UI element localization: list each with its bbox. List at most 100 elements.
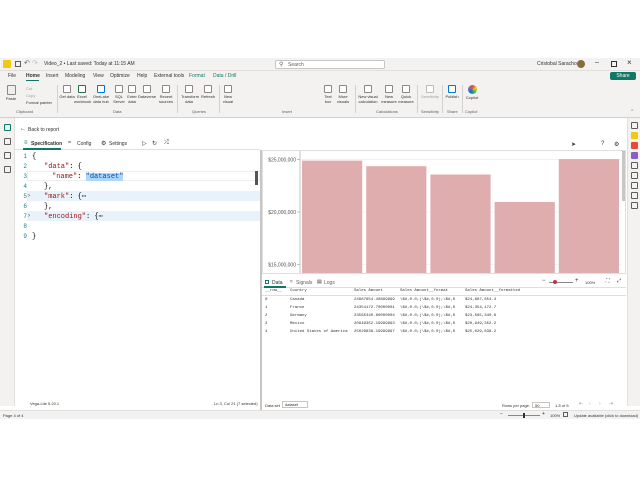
bar[interactable] (430, 174, 491, 273)
tab-help[interactable]: Help (137, 73, 147, 79)
tab-optimize[interactable]: Optimize (110, 73, 130, 79)
tab-home[interactable]: Home (26, 73, 40, 79)
zoom-out-icon[interactable]: − (542, 278, 546, 284)
bookmarks-pane-icon[interactable] (631, 162, 638, 169)
group-label-share: Share (447, 109, 458, 114)
fit-page-icon[interactable] (563, 412, 568, 417)
fullscreen-icon[interactable]: ⤢ (617, 278, 621, 284)
data-pane-icon[interactable] (631, 142, 638, 149)
format-pane-icon[interactable] (631, 152, 638, 159)
user-name[interactable]: Cristobal Saracho (537, 61, 577, 67)
column-header[interactable]: Sales Amount (354, 289, 383, 293)
selection-pane-icon[interactable] (631, 172, 638, 179)
copy-button[interactable]: Copy (26, 93, 35, 98)
new-visual-button[interactable]: New visual (217, 84, 239, 104)
next-page-icon[interactable]: › (599, 401, 601, 407)
recent-sources-button[interactable]: Recent sources (155, 84, 177, 104)
dataverse-label: Dataverse (137, 94, 157, 99)
search-box[interactable]: ⚲ Search (275, 60, 385, 69)
report-view-icon[interactable] (4, 124, 11, 131)
zoom-in-icon[interactable]: + (575, 278, 579, 284)
fold-chevron-icon[interactable]: › (28, 213, 30, 219)
table-cell: 23565340.60000004 (354, 314, 395, 318)
back-arrow-icon[interactable]: ← (20, 126, 26, 132)
sync-slicers-pane-icon[interactable] (631, 192, 638, 199)
zoom-slider-thumb[interactable] (553, 280, 557, 284)
prev-page-icon[interactable]: ‹ (589, 401, 591, 407)
avatar[interactable] (577, 60, 585, 68)
format-code-icon[interactable]: ↻ (152, 140, 157, 147)
tab-view[interactable]: View (93, 73, 104, 79)
tab-insert[interactable]: Insert (46, 73, 59, 79)
column-header[interactable]: Country (290, 289, 307, 293)
column-header[interactable]: Sales Amount__format (400, 289, 448, 293)
cursor-icon[interactable]: ➤ (571, 141, 576, 148)
tab-format[interactable]: Format (189, 73, 205, 79)
bar[interactable] (302, 160, 363, 273)
back-to-report-link[interactable]: Back to report (28, 127, 59, 133)
undo-icon[interactable]: ↶ (24, 59, 30, 67)
copilot-button[interactable]: Copilot (461, 84, 483, 100)
quick-measure-button[interactable]: Quick measure (395, 84, 417, 104)
dax-query-view-icon[interactable] (4, 166, 11, 173)
tab-modeling[interactable]: Modeling (65, 73, 85, 79)
tab-signals[interactable]: Signals (296, 280, 312, 286)
line-number: 6 (23, 203, 27, 210)
tab-specification[interactable]: Specification (31, 141, 62, 147)
page-zoom-slider[interactable] (508, 413, 540, 418)
zoom-out-status-icon[interactable]: − (500, 411, 503, 417)
model-view-icon[interactable] (4, 152, 11, 159)
last-page-icon[interactable]: ⇥ (609, 401, 613, 407)
tab-settings[interactable]: Settings (109, 141, 127, 147)
fold-chevron-icon[interactable]: › (28, 193, 30, 199)
tab-data-drill[interactable]: Data / Drill (213, 73, 236, 79)
minimize-icon[interactable]: – (595, 59, 599, 66)
bar[interactable] (558, 159, 619, 273)
tab-config[interactable]: Config (77, 141, 91, 147)
column-header[interactable]: Sales Amount__formatted (465, 289, 520, 293)
publish-button[interactable]: Publish (441, 84, 463, 99)
rows-per-page-select[interactable]: 50 (532, 402, 550, 408)
maximize-icon[interactable] (611, 61, 617, 67)
refresh-button[interactable]: Refresh (197, 84, 219, 99)
dataset-select[interactable]: dataset (282, 401, 308, 408)
bar[interactable] (494, 202, 555, 273)
zoom-slider[interactable] (549, 280, 573, 284)
expand-icon[interactable]: ⤮ (164, 140, 169, 147)
first-page-icon[interactable]: ⇤ (579, 401, 583, 407)
close-icon[interactable]: × (627, 58, 632, 67)
bar[interactable] (366, 166, 427, 273)
table-cell: 2 (265, 314, 268, 318)
code-line: { (32, 153, 37, 161)
fit-icon[interactable]: ⛶ (606, 278, 610, 284)
table-cell: \$#,0.0;(\$#,0.0);\$#,0 (400, 322, 456, 326)
format-painter-button[interactable]: Format painter (26, 100, 52, 105)
save-icon[interactable] (15, 61, 21, 67)
run-icon[interactable]: ▷ (142, 140, 147, 147)
help-icon[interactable]: ? (601, 141, 604, 147)
settings-icon[interactable]: ⚙ (614, 141, 619, 148)
redo-icon[interactable]: ↷ (32, 59, 38, 67)
paste-button[interactable]: Paste (4, 84, 18, 101)
more-visuals-button[interactable]: More visuals (332, 84, 354, 104)
zoom-in-status-icon[interactable]: + (542, 411, 545, 417)
tab-external-tools[interactable]: External tools (154, 73, 184, 79)
tab-logs[interactable]: Logs (324, 280, 335, 286)
editor-scrollbar[interactable] (255, 171, 258, 185)
column-header[interactable]: __row__ (265, 289, 282, 293)
share-button[interactable]: Share (610, 72, 636, 80)
new-visual-calculation-button[interactable]: New visual calculation (357, 84, 379, 104)
filters-pane-icon[interactable] (631, 122, 638, 129)
sensitivity-button[interactable]: Sensitivity (419, 84, 441, 99)
new-visual-calc-label: New visual calculation (358, 94, 378, 104)
tab-file[interactable]: File (8, 73, 16, 79)
performance-pane-icon[interactable] (631, 182, 638, 189)
visualizations-pane-icon[interactable] (631, 132, 638, 139)
chart-scrollbar[interactable] (622, 151, 625, 201)
cut-button[interactable]: Cut (26, 86, 32, 91)
collapse-ribbon-icon[interactable]: ⌃ (630, 109, 634, 115)
copilot-pane-icon[interactable] (631, 202, 638, 209)
update-available-link[interactable]: Update available (click to download) (574, 413, 638, 418)
page-zoom-thumb[interactable] (523, 413, 525, 418)
table-view-icon[interactable] (4, 138, 11, 145)
